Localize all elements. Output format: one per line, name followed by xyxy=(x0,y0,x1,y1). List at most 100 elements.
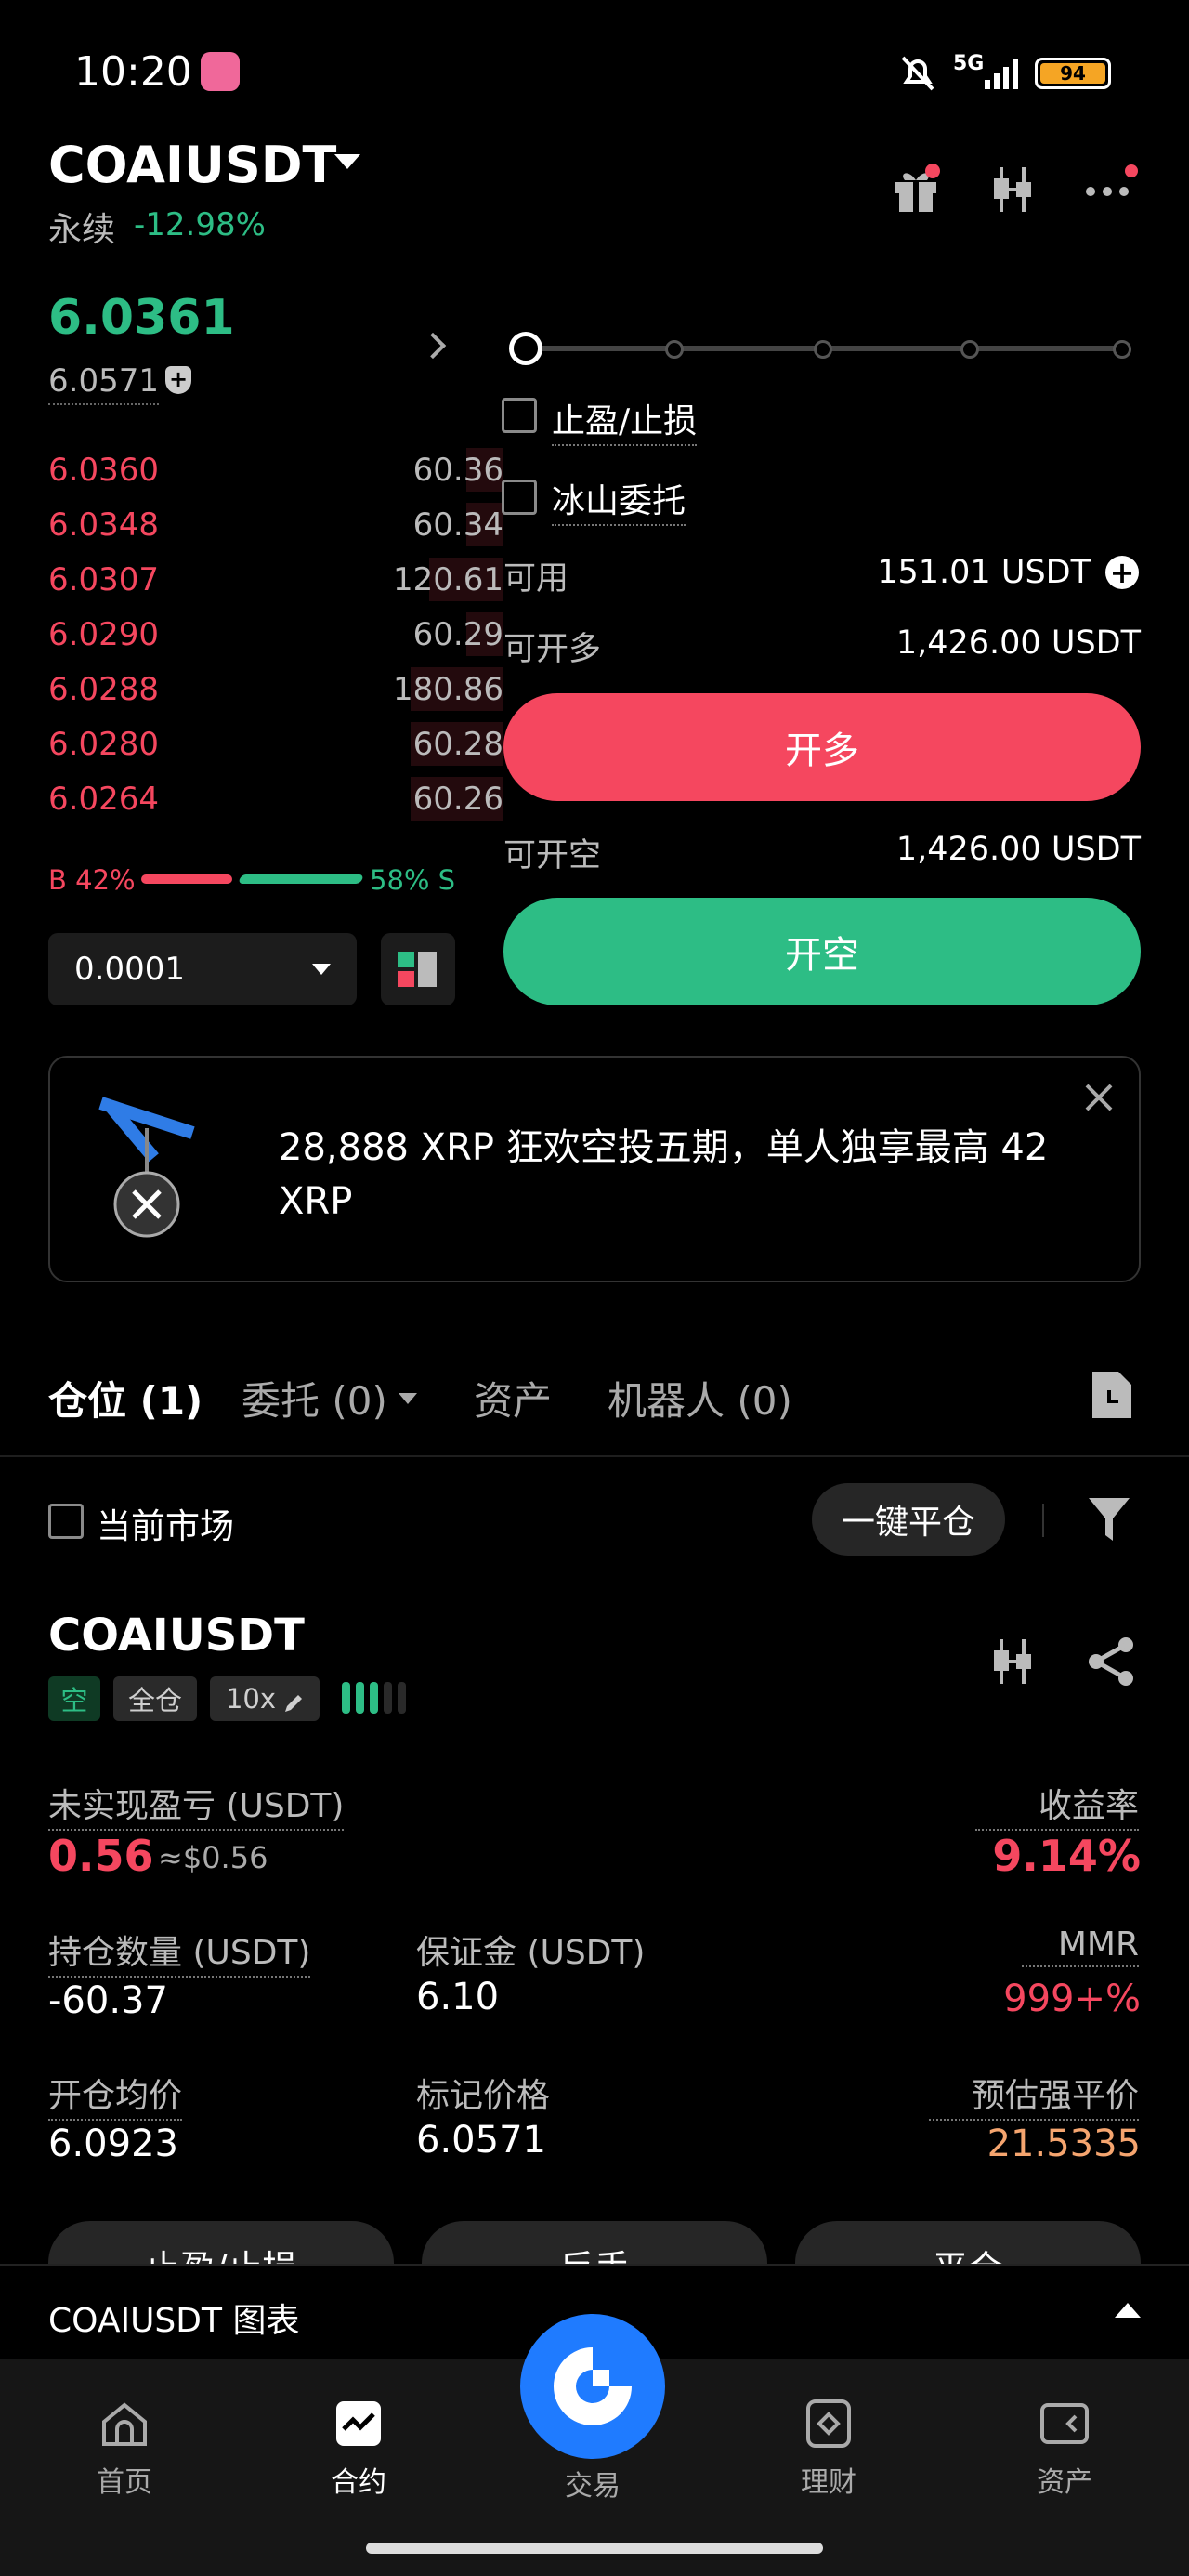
nav-futures[interactable]: 合约 xyxy=(284,2398,433,2500)
satellite-icon xyxy=(98,1091,201,1249)
last-price: 6.0361 xyxy=(48,290,235,346)
battery-level: 94 xyxy=(1040,62,1105,85)
sell-ratio: 58% S xyxy=(370,864,456,896)
iceberg-checkbox[interactable] xyxy=(502,480,537,519)
ask-price: 6.0290 xyxy=(48,615,159,653)
promo-text: 28,888 XRP 狂欢空投五期，单人独享最高 42 XRP xyxy=(279,1126,1049,1223)
leverage-tag[interactable]: 10x xyxy=(210,1676,320,1721)
margin-mode-tag: 全仓 xyxy=(113,1676,197,1721)
entry-price-value: 6.0923 xyxy=(48,2123,178,2165)
close-position-button[interactable]: 平仓 xyxy=(795,2221,1141,2264)
chevron-down-icon xyxy=(398,1392,417,1404)
ask-row[interactable]: 6.0307 120.61 xyxy=(48,552,503,607)
tab-orders[interactable]: 委托 (0) xyxy=(242,1370,417,1426)
symbol-dropdown-icon[interactable] xyxy=(334,154,360,169)
network-label: 5G xyxy=(953,52,985,75)
home-icon xyxy=(98,2398,150,2450)
tpsl-action-button[interactable]: 止盈/止损 xyxy=(48,2221,394,2264)
mark-price-value-position: 6.0571 xyxy=(416,2119,546,2162)
ask-qty: 60.28 xyxy=(412,725,503,763)
gift-icon[interactable] xyxy=(890,164,942,219)
ask-qty: 180.86 xyxy=(393,670,503,708)
margin-value: 6.10 xyxy=(416,1976,500,2018)
ask-price: 6.0280 xyxy=(48,725,159,763)
ask-price: 6.0360 xyxy=(48,451,159,489)
available-value: 151.01 USDT xyxy=(877,554,1091,591)
ask-price: 6.0264 xyxy=(48,780,159,818)
open-long-button[interactable]: 开多 xyxy=(503,693,1141,801)
tp-sl-label[interactable]: 止盈/止损 xyxy=(552,394,698,446)
more-icon[interactable] xyxy=(1083,164,1139,219)
ask-row[interactable]: 6.0348 60.34 xyxy=(48,497,503,552)
position-chart-icon[interactable] xyxy=(986,1636,1039,1691)
add-funds-icon[interactable]: + xyxy=(1105,556,1139,589)
slider-handle[interactable] xyxy=(509,332,542,365)
wallet-icon xyxy=(1039,2398,1091,2450)
precision-select[interactable]: 0.0001 xyxy=(48,933,357,1005)
filter-icon[interactable] xyxy=(1087,1494,1131,1548)
ask-row[interactable]: 6.0290 60.29 xyxy=(48,607,503,662)
liq-price-value: 21.5335 xyxy=(986,2123,1141,2165)
nav-assets-label: 资产 xyxy=(1037,2466,1092,2499)
ask-qty: 60.36 xyxy=(412,451,503,489)
symbol-title[interactable]: COAIUSDT xyxy=(48,136,336,194)
reverse-button[interactable]: 反手 xyxy=(422,2221,767,2264)
open-short-button[interactable]: 开空 xyxy=(503,898,1141,1005)
ask-price: 6.0307 xyxy=(48,560,159,598)
current-market-label[interactable]: 当前市场 xyxy=(97,1498,234,1548)
home-indicator[interactable] xyxy=(366,2543,823,2554)
status-time: 10:20 xyxy=(74,48,192,96)
app-icon xyxy=(201,52,240,91)
filter-divider xyxy=(1042,1504,1044,1537)
close-all-button[interactable]: 一键平仓 xyxy=(812,1483,1005,1556)
mute-icon xyxy=(895,50,940,99)
ask-row[interactable]: 6.0280 60.28 xyxy=(48,716,503,771)
history-doc-icon[interactable] xyxy=(1089,1370,1133,1424)
futures-icon xyxy=(333,2398,385,2450)
can-long-label: 可开多 xyxy=(503,631,602,668)
nav-assets[interactable]: 资产 xyxy=(990,2398,1139,2500)
share-icon[interactable] xyxy=(1085,1636,1137,1691)
book-layout-button[interactable] xyxy=(381,933,455,1005)
nav-earn[interactable]: 理财 xyxy=(754,2398,903,2500)
liq-price-label: 预估强平价 xyxy=(929,2069,1139,2121)
candlestick-icon[interactable] xyxy=(986,164,1039,219)
unrealized-pnl-label: 未实现盈亏 (USDT) xyxy=(48,1779,345,1831)
nav-trade-label: 交易 xyxy=(565,2470,621,2503)
tab-positions[interactable]: 仓位 (1) xyxy=(48,1370,203,1426)
trade-fab[interactable] xyxy=(520,2314,665,2459)
can-short-value: 1,426.00 USDT xyxy=(895,831,1141,868)
mmr-label: MMR xyxy=(1022,1925,1139,1967)
chevron-down-icon xyxy=(312,964,331,975)
trade-logo-icon xyxy=(554,2347,632,2425)
last-price-chevron-icon[interactable] xyxy=(419,332,447,360)
buy-ratio: B 42% xyxy=(48,864,136,896)
ask-row[interactable]: 6.0360 60.36 xyxy=(48,442,503,497)
margin-label: 保证金 (USDT) xyxy=(416,1934,646,1972)
can-long-value: 1,426.00 USDT xyxy=(895,624,1141,662)
can-short-label: 可开空 xyxy=(503,837,602,874)
nav-earn-label: 理财 xyxy=(801,2466,856,2499)
iceberg-label[interactable]: 冰山委托 xyxy=(552,474,686,526)
position-size-value: -60.37 xyxy=(48,1979,168,2022)
unrealized-pnl-value: 0.56 xyxy=(48,1831,154,1881)
ask-row[interactable]: 6.0264 60.26 xyxy=(48,771,503,826)
nav-home[interactable]: 首页 xyxy=(50,2398,199,2500)
unrealized-pnl-approx: ≈$0.56 xyxy=(158,1840,268,1875)
close-icon[interactable] xyxy=(1083,1082,1115,1113)
tab-assets[interactable]: 资产 xyxy=(474,1370,552,1426)
nav-futures-label: 合约 xyxy=(331,2466,386,2499)
tp-sl-checkbox[interactable] xyxy=(502,398,537,437)
promo-banner[interactable]: 28,888 XRP 狂欢空投五期，单人独享最高 42 XRP xyxy=(48,1056,1141,1282)
precision-value: 0.0001 xyxy=(74,951,185,988)
tabs-divider xyxy=(0,1455,1189,1457)
ask-row[interactable]: 6.0288 180.86 xyxy=(48,662,503,716)
position-symbol[interactable]: COAIUSDT xyxy=(48,1610,305,1662)
edit-icon xyxy=(283,1689,304,1712)
tab-bots[interactable]: 机器人 (0) xyxy=(608,1370,792,1426)
signal-icon xyxy=(983,56,1024,89)
earn-icon xyxy=(803,2398,855,2450)
current-market-checkbox[interactable] xyxy=(48,1504,84,1543)
shield-plus-icon: + xyxy=(165,366,191,394)
ratio-bar xyxy=(141,874,364,884)
